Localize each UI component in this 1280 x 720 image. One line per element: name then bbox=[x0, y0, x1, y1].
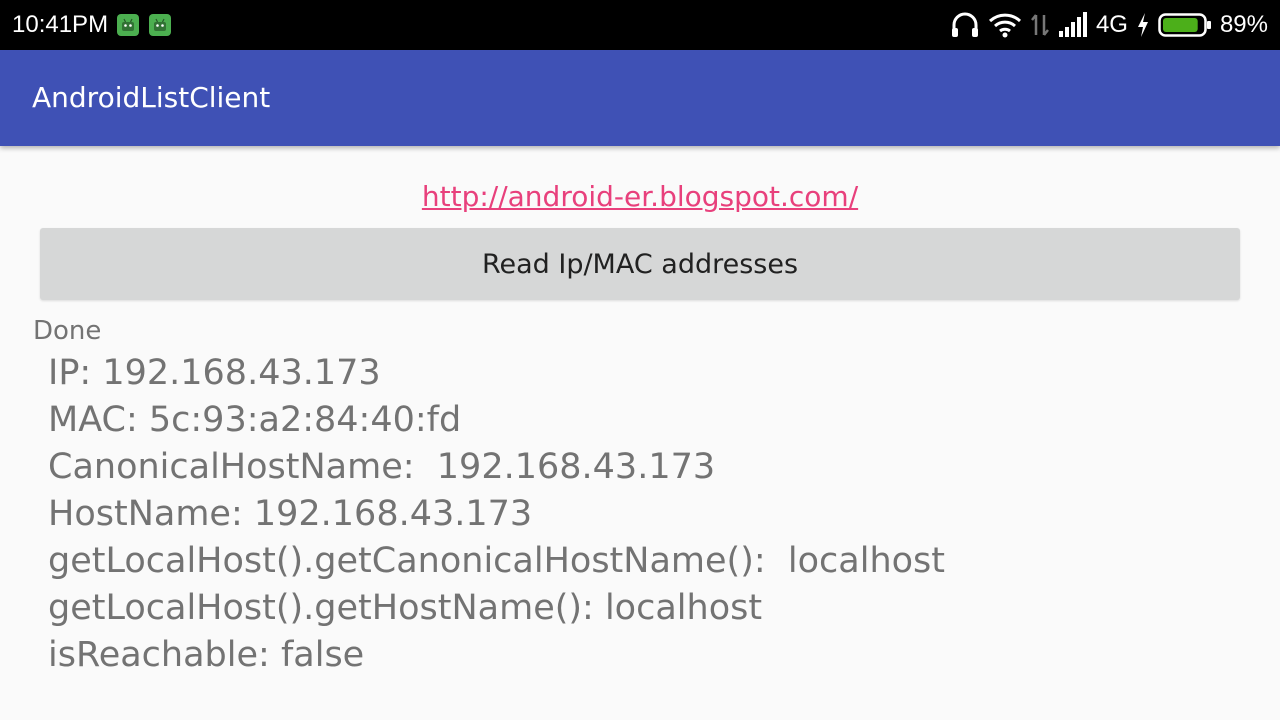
app-bar: AndroidListClient bbox=[0, 50, 1280, 146]
mac-line: MAC: 5c:93:a2:84:40:fd bbox=[48, 400, 462, 440]
headphones-icon bbox=[950, 11, 980, 39]
is-reachable-line: isReachable: false bbox=[48, 635, 365, 675]
read-addresses-button[interactable]: Read Ip/MAC addresses bbox=[40, 228, 1240, 300]
status-time: 10:41PM bbox=[12, 11, 109, 38]
wifi-icon bbox=[988, 11, 1022, 39]
status-bar: 10:41PM 4G 89% bbox=[0, 0, 1280, 50]
status-text: Done bbox=[33, 316, 102, 346]
canonical-hostname-line: CanonicalHostName: 192.168.43.173 bbox=[48, 447, 716, 487]
localhost-canonical-hostname-line: getLocalHost().getCanonicalHostName(): l… bbox=[48, 541, 945, 581]
ip-line: IP: 192.168.43.173 bbox=[48, 353, 381, 393]
charging-icon bbox=[1136, 12, 1150, 38]
battery-icon bbox=[1158, 12, 1212, 38]
network-type: 4G bbox=[1095, 11, 1128, 38]
info-list: IP: 192.168.43.173 MAC: 5c:93:a2:84:40:f… bbox=[48, 350, 945, 679]
app-title: AndroidListClient bbox=[32, 81, 271, 114]
localhost-hostname-line: getLocalHost().getHostName(): localhost bbox=[48, 588, 763, 628]
android-notification-icon bbox=[117, 14, 139, 36]
data-transfer-icon bbox=[1030, 11, 1050, 39]
hostname-line: HostName: 192.168.43.173 bbox=[48, 494, 533, 534]
android-notification-icon bbox=[149, 14, 171, 36]
signal-icon bbox=[1058, 11, 1088, 39]
blog-link[interactable]: http://android-er.blogspot.com/ bbox=[0, 179, 1280, 215]
battery-fill bbox=[1162, 18, 1198, 32]
battery-percent: 89% bbox=[1219, 11, 1268, 38]
